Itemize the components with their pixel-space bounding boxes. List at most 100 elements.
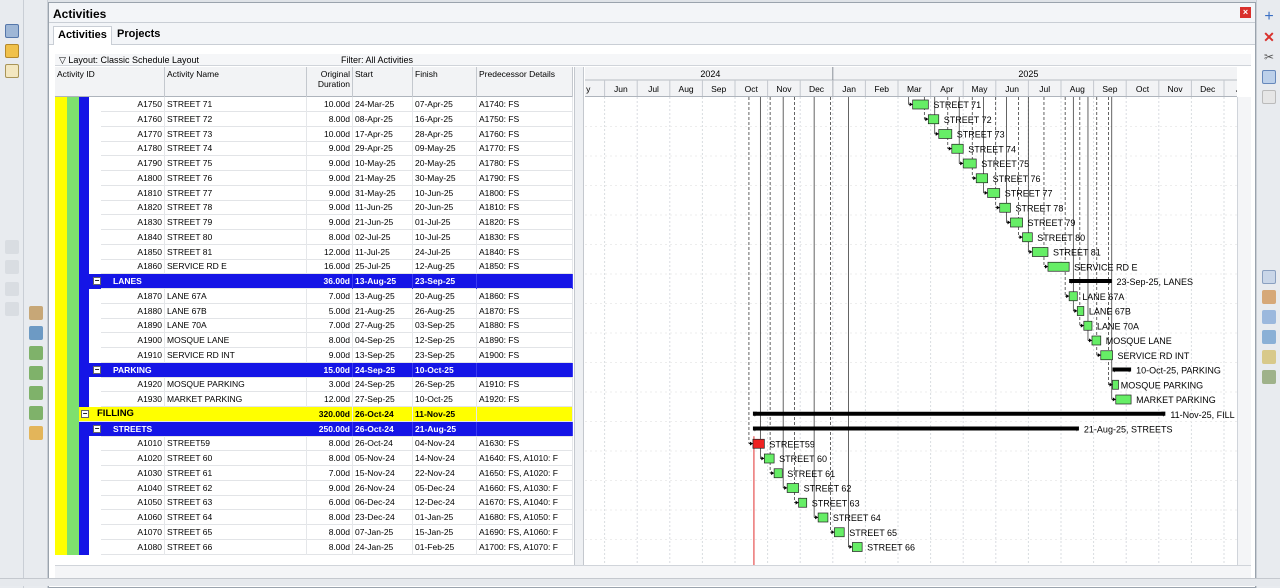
wbs-row[interactable]: − PARKING 15.00d 24-Sep-25 10-Oct-25 [55, 362, 573, 378]
table-row[interactable]: A1790 STREET 75 9.00d 10-May-25 20-May-25 A17… [55, 156, 573, 171]
month-label: May [971, 84, 988, 94]
folder-icon[interactable] [5, 44, 19, 58]
notes-icon[interactable] [1262, 310, 1276, 324]
month-label: Feb [874, 84, 889, 94]
duration-cell: 8.00d [307, 333, 353, 348]
document-icon[interactable] [5, 64, 19, 78]
col-activity-name[interactable]: Activity Name [165, 67, 307, 97]
wbs-color-bands [55, 465, 101, 481]
pane-splitter[interactable] [574, 67, 584, 565]
collapse-toggle[interactable]: − [93, 277, 101, 285]
notebook-icon[interactable] [29, 426, 43, 440]
activity-bar [1047, 261, 1070, 272]
bar-label: SERVICE RD E [1074, 262, 1137, 272]
collapse-toggle[interactable]: − [81, 409, 89, 418]
user-icon[interactable] [29, 306, 43, 320]
table-row[interactable]: A1810 STREET 77 9.00d 31-May-25 10-Jun-25 A18… [55, 185, 573, 201]
table-row[interactable]: A1030 STREET 61 7.00d 15-Nov-24 22-Nov-24 A16… [55, 465, 573, 481]
users-icon[interactable] [29, 326, 43, 340]
wbs-row[interactable]: − FILLING 320.00d 26-Oct-24 11-Nov-25 [55, 406, 573, 422]
table-row[interactable]: A1890 LANE 70A 7.00d 27-Aug-25 03-Sep-25 A188… [55, 318, 573, 334]
activity-name-cell: STREET 65 [165, 524, 307, 540]
table-row[interactable]: A1070 STREET 65 8.00d 07-Jan-25 15-Jan-25 A16… [55, 524, 573, 540]
relationship-arrow [973, 176, 977, 181]
table-row[interactable]: A1020 STREET 60 8.00d 05-Nov-24 14-Nov-24 A16… [55, 451, 573, 466]
tab-activities[interactable]: Activities [53, 26, 112, 45]
collapse-toggle[interactable]: − [93, 365, 101, 374]
wbs-color-bands [55, 200, 101, 216]
table-row[interactable]: A1910 SERVICE RD INT 9.00d 13-Sep-25 23-Sep-… [55, 347, 573, 363]
relationships-icon[interactable] [1262, 370, 1276, 384]
start-cell: 24-Jan-25 [353, 539, 413, 555]
arrow-right-icon[interactable] [5, 302, 19, 316]
export-icon[interactable] [29, 406, 43, 420]
arrow-left-icon[interactable] [5, 282, 19, 296]
table-row[interactable]: A1830 STREET 79 9.00d 21-Jun-25 01-Jul-25 A18… [55, 215, 573, 230]
wbs-row[interactable]: − LANES 36.00d 13-Aug-25 23-Sep-25 [55, 274, 573, 289]
table-row[interactable]: A1760 STREET 72 8.00d 08-Apr-25 16-Apr-25 A17… [55, 111, 573, 127]
col-original-duration[interactable]: Original Duration [307, 67, 353, 97]
bar-label: STREET 61 [787, 469, 835, 479]
filter-label[interactable]: Filter: All Activities [341, 55, 413, 65]
table-row[interactable]: A1900 MOSQUE LANE 8.00d 04-Sep-25 12-Sep-25 A… [55, 333, 573, 348]
table-row[interactable]: A1870 LANE 67A 7.00d 13-Aug-25 20-Aug-25 A186… [55, 288, 573, 304]
arrow-up-icon[interactable] [5, 240, 19, 254]
col-activity-id[interactable]: Activity ID [55, 67, 165, 97]
table-row[interactable]: A1080 STREET 66 8.00d 24-Jan-25 01-Feb-25 A17… [55, 539, 573, 555]
table-row[interactable]: A1800 STREET 76 9.00d 21-May-25 30-May-25 A17… [55, 170, 573, 186]
steps-icon[interactable] [1262, 350, 1276, 364]
paste-icon[interactable] [1262, 90, 1276, 104]
image-icon[interactable] [1262, 330, 1276, 344]
table-row[interactable]: A1780 STREET 74 9.00d 29-Apr-25 09-May-25 A17… [55, 141, 573, 157]
delete-icon[interactable]: ✕ [1262, 30, 1276, 44]
link-icon[interactable] [29, 366, 43, 380]
add-icon[interactable]: + [1262, 9, 1276, 25]
wbs-row[interactable]: − STREETS 250.00d 26-Oct-24 21-Aug-25 [55, 421, 573, 437]
gantt-vertical-scrollbar[interactable] [1237, 97, 1251, 565]
table-row[interactable]: A1880 LANE 67B 5.00d 21-Aug-25 26-Aug-25 A187… [55, 303, 573, 319]
predecessor-cell: A1740: FS [477, 97, 573, 112]
table-row[interactable]: A1060 STREET 64 8.00d 23-Dec-24 01-Jan-25 A16… [55, 510, 573, 525]
folder-open-icon[interactable] [1262, 270, 1276, 284]
assign-icon[interactable] [29, 346, 43, 360]
predecessor-cell: A1670: FS, A1040: F [477, 495, 573, 511]
tab-projects[interactable]: Projects [113, 26, 164, 45]
table-row[interactable]: A1850 STREET 81 12.00d 11-Jul-25 24-Jul-25 A1… [55, 244, 573, 260]
horizontal-scrollbar[interactable] [55, 565, 1251, 579]
start-cell: 17-Apr-25 [353, 126, 413, 142]
wbs-color-bands [55, 229, 101, 245]
table-row[interactable]: A1860 SERVICE RD E 16.00d 25-Jul-25 12-Aug-2… [55, 259, 573, 275]
activity-id-cell: A1890 [101, 318, 165, 334]
col-finish[interactable]: Finish [413, 67, 477, 97]
table-row[interactable]: A1920 MOSQUE PARKING 3.00d 24-Sep-25 26-Sep-… [55, 377, 573, 393]
activity-id-cell: A1870 [101, 288, 165, 304]
duration-cell: 9.00d [307, 200, 353, 216]
activity-id-cell: A1830 [101, 215, 165, 230]
close-icon[interactable]: × [1240, 7, 1251, 18]
open-project-icon[interactable] [5, 24, 19, 38]
bar-label: SERVICE RD INT [1118, 351, 1190, 361]
col-predecessor-details[interactable]: Predecessor Details [477, 67, 573, 97]
table-row[interactable]: A1010 STREET59 8.00d 26-Oct-24 04-Nov-24 A163… [55, 436, 573, 452]
table-row[interactable]: A1770 STREET 73 10.00d 17-Apr-25 28-Apr-25 A1… [55, 126, 573, 142]
collapse-toggle[interactable]: − [93, 424, 101, 433]
table-row[interactable]: A1930 MARKET PARKING 12.00d 27-Sep-25 10-Oct… [55, 392, 573, 407]
table-row[interactable]: A1050 STREET 63 6.00d 06-Dec-24 12-Dec-24 A16… [55, 495, 573, 511]
cut-icon[interactable]: ✂ [1262, 50, 1276, 64]
year-label: 2025 [1018, 69, 1038, 79]
transfer-icon[interactable] [29, 386, 43, 400]
table-row[interactable]: A1820 STREET 78 9.00d 11-Jun-25 20-Jun-25 A18… [55, 200, 573, 216]
duration-cell: 5.00d [307, 303, 353, 319]
wbs-color-bands [55, 259, 101, 275]
table-row[interactable]: A1840 STREET 80 8.00d 02-Jul-25 10-Jul-25 A18… [55, 229, 573, 245]
activity-name-cell: LANE 70A [165, 318, 307, 334]
arrow-down-icon[interactable] [5, 260, 19, 274]
table-row[interactable]: A1040 STREET 62 9.00d 26-Nov-24 05-Dec-24 A16… [55, 480, 573, 496]
layout-dropdown[interactable]: ▽ Layout: Classic Schedule Layout [59, 55, 199, 66]
bar-label: 10-Oct-25, PARKING [1136, 366, 1221, 376]
table-row[interactable]: A1750 STREET 71 10.00d 24-Mar-25 07-Apr-25 A1… [55, 97, 573, 112]
copy-icon[interactable] [1262, 70, 1276, 84]
col-start[interactable]: Start [353, 67, 413, 97]
wbs-name: FILLING [97, 407, 134, 419]
resource-icon[interactable] [1262, 290, 1276, 304]
